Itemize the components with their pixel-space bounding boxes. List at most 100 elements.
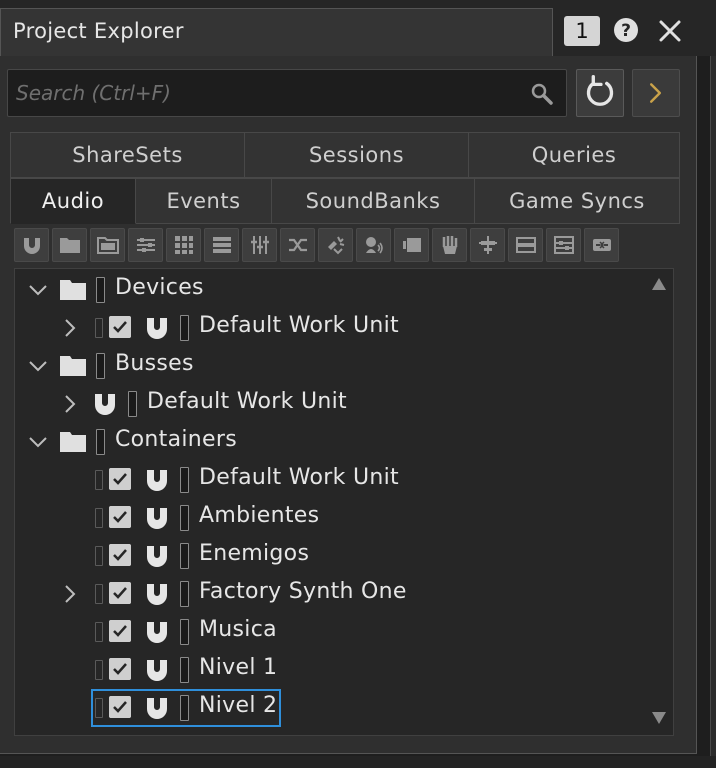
folder-icon[interactable] — [52, 228, 87, 262]
checkbox-checked-icon[interactable] — [109, 468, 131, 490]
tree-item-work-unit[interactable]: Enemigos — [15, 537, 635, 575]
tab-row-bottom: Audio Events SoundBanks Game Syncs — [10, 178, 680, 224]
checkbox-checked-icon[interactable] — [109, 582, 131, 604]
checkbox-checked-icon[interactable] — [109, 658, 131, 680]
tree-item-work-unit[interactable]: Nivel 1 — [15, 651, 635, 689]
panel-title-tab[interactable]: Project Explorer — [0, 8, 553, 56]
color-tag[interactable] — [180, 467, 189, 493]
drag-handle[interactable] — [95, 660, 103, 680]
drag-handle[interactable] — [95, 508, 103, 528]
tree-item-busses[interactable]: Busses — [15, 347, 635, 385]
tab-audio[interactable]: Audio — [10, 178, 136, 224]
color-tag[interactable] — [96, 277, 105, 303]
tab-events[interactable]: Events — [136, 178, 272, 224]
chevron-down-icon[interactable] — [27, 431, 49, 453]
tab-row-top: ShareSets Sessions Queries — [10, 132, 680, 178]
color-tag[interactable] — [180, 695, 189, 721]
search-icon[interactable] — [530, 82, 554, 106]
tree-item-label: Devices — [115, 275, 204, 300]
checkbox-checked-icon[interactable] — [109, 620, 131, 642]
folder-icon — [60, 432, 86, 452]
drag-handle[interactable] — [95, 318, 103, 338]
checkbox-checked-icon[interactable] — [109, 696, 131, 718]
music-switch-icon[interactable] — [432, 228, 467, 262]
tree-item-label: Default Work Unit — [199, 313, 399, 338]
tab-queries[interactable]: Queries — [469, 132, 680, 178]
folder-icon — [60, 356, 86, 376]
chevron-right-icon[interactable] — [59, 393, 81, 415]
tree-item-work-unit[interactable]: Nivel 2 — [15, 689, 635, 727]
checkbox-checked-icon[interactable] — [109, 506, 131, 528]
sound-voice-icon[interactable] — [356, 228, 391, 262]
work-unit-icon — [147, 660, 167, 681]
expand-arrow-button[interactable] — [632, 69, 680, 117]
tree-item-work-unit[interactable]: Default Work Unit — [15, 309, 635, 347]
scroll-up-arrow-icon[interactable] — [650, 275, 668, 293]
chevron-down-icon[interactable] — [27, 355, 49, 377]
tree-item-label: Nivel 2 — [199, 693, 278, 718]
blend-container-icon[interactable] — [280, 228, 315, 262]
color-tag[interactable] — [180, 657, 189, 683]
music-segment-icon[interactable] — [508, 228, 543, 262]
music-track-icon[interactable] — [546, 228, 581, 262]
tab-sessions[interactable]: Sessions — [245, 132, 469, 178]
tree-item-work-unit[interactable]: Factory Synth One — [15, 575, 635, 613]
work-unit-icon — [147, 622, 167, 643]
color-tag[interactable] — [180, 505, 189, 531]
work-unit-icon[interactable] — [14, 228, 49, 262]
switch-container-icon[interactable] — [242, 228, 277, 262]
tree-item-label: Containers — [115, 427, 237, 452]
search-input[interactable] — [16, 78, 516, 108]
panel-title: Project Explorer — [13, 19, 184, 43]
work-unit-icon — [147, 546, 167, 567]
checkbox-checked-icon[interactable] — [109, 316, 131, 338]
checkbox-checked-icon[interactable] — [109, 544, 131, 566]
color-tag[interactable] — [180, 315, 189, 341]
drag-handle[interactable] — [95, 546, 103, 566]
drag-handle[interactable] — [95, 622, 103, 642]
sound-sfx-icon[interactable] — [318, 228, 353, 262]
hierarchy-tree[interactable]: Devices Default Work Unit Busses Default… — [14, 268, 674, 736]
color-tag[interactable] — [128, 391, 137, 417]
tab-soundbanks[interactable]: SoundBanks — [272, 178, 475, 224]
tree-item-devices[interactable]: Devices — [15, 271, 635, 309]
search-box — [7, 69, 567, 117]
audio-bus-icon[interactable] — [584, 228, 619, 262]
color-tag[interactable] — [96, 353, 105, 379]
drag-handle[interactable] — [95, 470, 103, 490]
tree-item-work-unit[interactable]: Ambientes — [15, 499, 635, 537]
tree-item-work-unit[interactable]: Default Work Unit — [15, 385, 635, 423]
tree-item-work-unit[interactable]: Musica — [15, 613, 635, 651]
chevron-down-icon[interactable] — [27, 279, 49, 301]
tree-item-containers[interactable]: Containers — [15, 423, 635, 461]
color-tag[interactable] — [96, 429, 105, 455]
folder-icon — [60, 280, 86, 300]
tab-sharesets[interactable]: ShareSets — [10, 132, 245, 178]
vertical-scrollbar[interactable] — [645, 271, 671, 733]
close-icon[interactable] — [655, 16, 685, 46]
drag-handle[interactable] — [95, 698, 103, 718]
tree-item-label: Busses — [115, 351, 194, 376]
virtual-folder-icon[interactable] — [90, 228, 125, 262]
tab-game-syncs[interactable]: Game Syncs — [475, 178, 680, 224]
project-explorer-panel: ShareSets Sessions Queries Audio Events … — [0, 56, 697, 754]
scroll-down-arrow-icon[interactable] — [650, 709, 668, 727]
music-playlist-icon[interactable] — [470, 228, 505, 262]
color-tag[interactable] — [180, 619, 189, 645]
audio-source-icon[interactable] — [394, 228, 429, 262]
tree-item-work-unit[interactable]: Default Work Unit — [15, 461, 635, 499]
tree-item-label: Enemigos — [199, 541, 310, 566]
help-icon[interactable]: ? — [612, 16, 640, 44]
bottom-edge — [0, 756, 716, 768]
work-unit-icon — [147, 698, 167, 719]
color-tag[interactable] — [180, 581, 189, 607]
random-container-icon[interactable] — [166, 228, 201, 262]
chevron-right-icon[interactable] — [59, 317, 81, 339]
actor-mixer-icon[interactable] — [128, 228, 163, 262]
chevron-right-icon[interactable] — [59, 583, 81, 605]
drag-handle[interactable] — [95, 584, 103, 604]
instance-number-button[interactable]: 1 — [564, 16, 600, 46]
sequence-container-icon[interactable] — [204, 228, 239, 262]
sync-refresh-button[interactable] — [576, 69, 624, 117]
color-tag[interactable] — [180, 543, 189, 569]
